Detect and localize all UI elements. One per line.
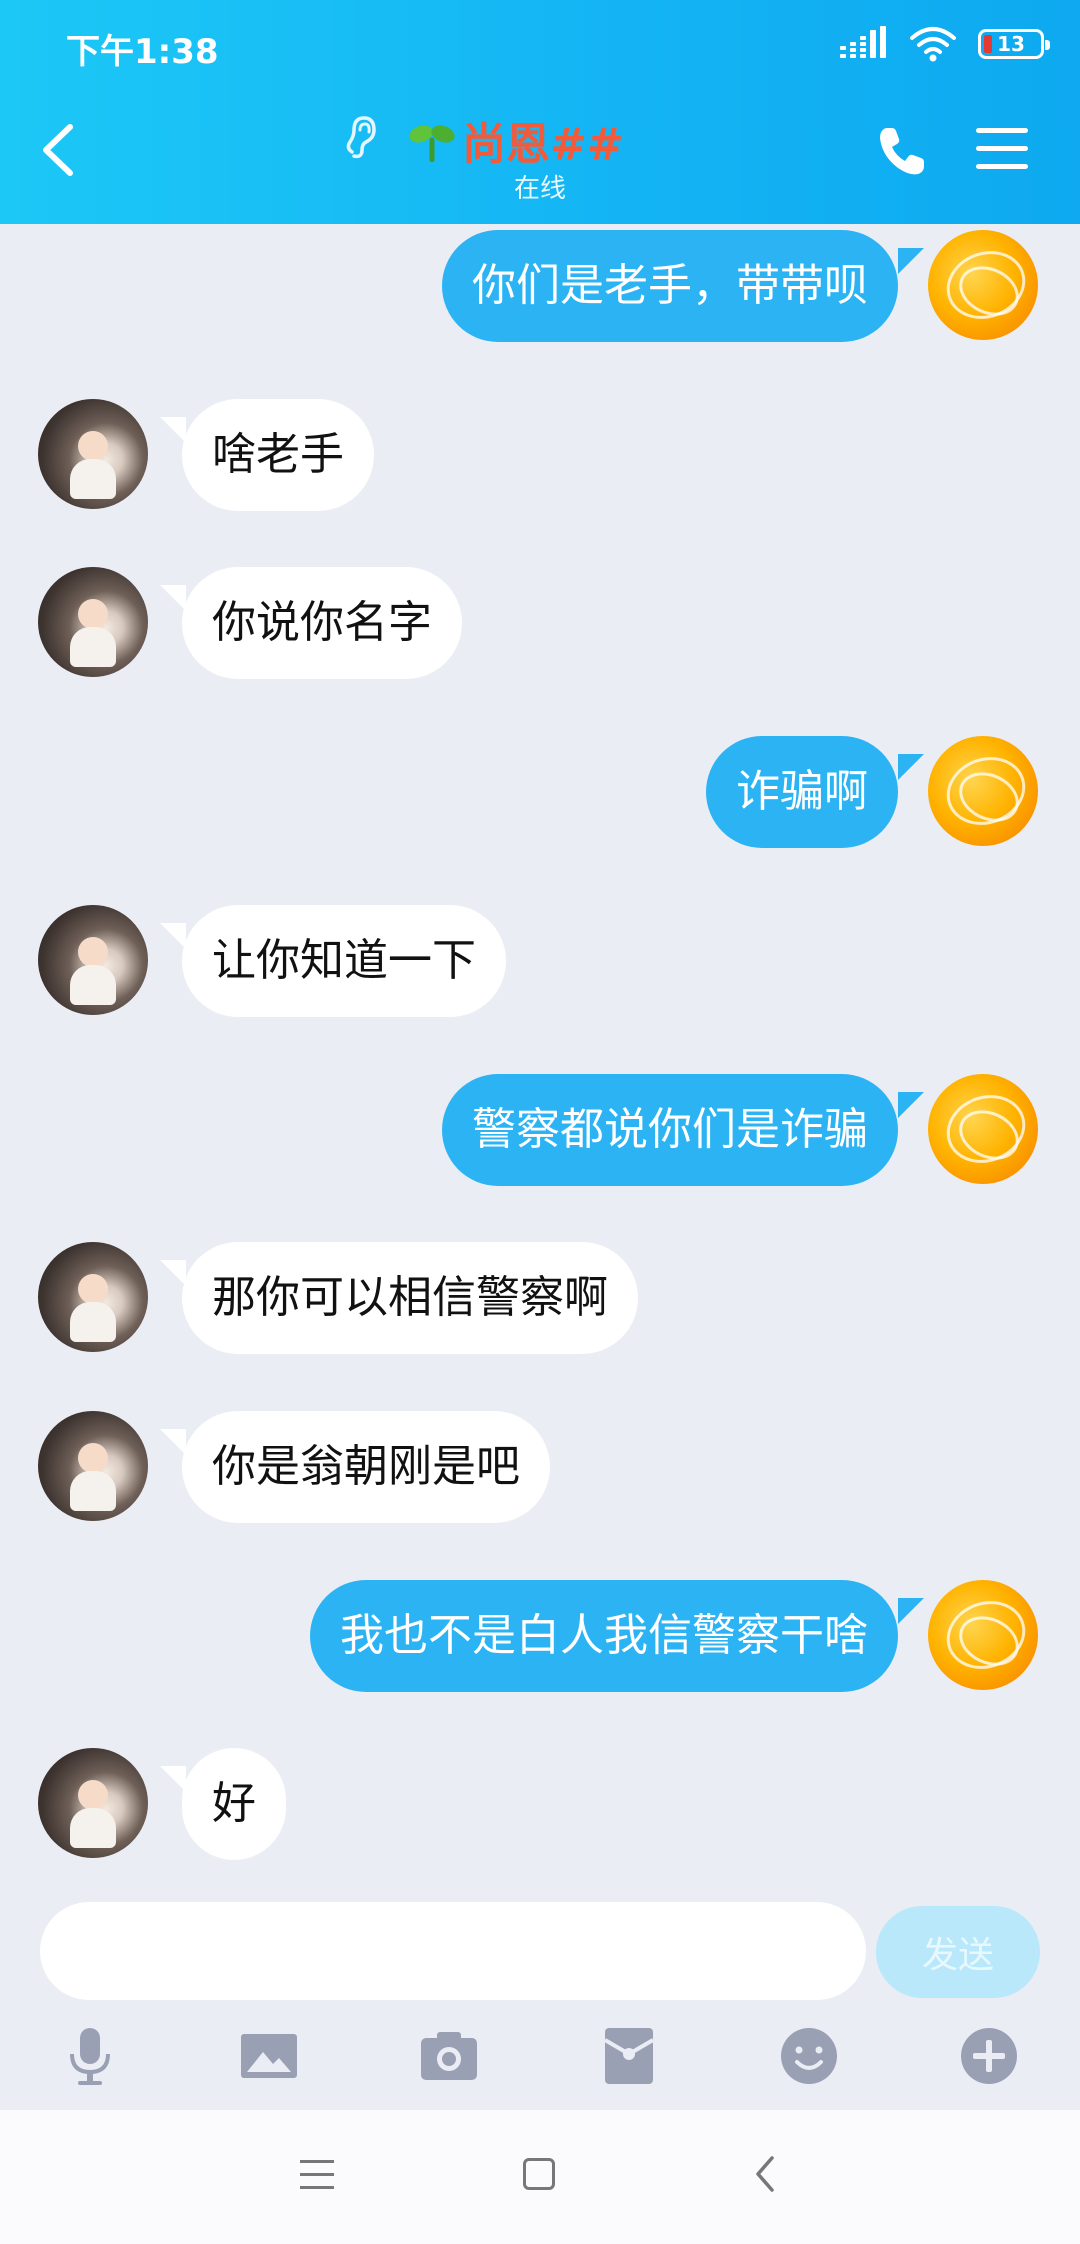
my-avatar[interactable]	[928, 1580, 1038, 1690]
contact-avatar[interactable]	[38, 905, 148, 1015]
send-button[interactable]: 发送	[876, 1906, 1040, 1998]
message-row: 你说你名字	[0, 567, 1080, 679]
menu-icon[interactable]	[976, 128, 1028, 174]
my-avatar[interactable]	[928, 1074, 1038, 1184]
status-time: 下午1:38	[66, 32, 219, 72]
my-avatar[interactable]	[928, 230, 1038, 340]
message-bubble[interactable]: 我也不是白人我信警察干啥	[310, 1580, 898, 1692]
message-row: 啥老手	[0, 399, 1080, 511]
bubble-tail	[898, 754, 924, 780]
nav-home-icon[interactable]	[523, 2158, 555, 2190]
chat-header: 下午1:38 13 尚恩## 在线	[0, 0, 1080, 224]
contact-avatar[interactable]	[38, 399, 148, 509]
message-bubble[interactable]: 让你知道一下	[182, 905, 506, 1017]
bubble-tail	[160, 923, 186, 949]
status-icons: 13	[838, 24, 1050, 64]
bubble-tail	[160, 1766, 186, 1792]
contact-avatar[interactable]	[38, 567, 148, 677]
phone-call-icon[interactable]	[876, 124, 930, 178]
message-bubble[interactable]: 你说你名字	[182, 567, 462, 679]
chat-title[interactable]: 尚恩## 在线	[340, 108, 740, 204]
message-bubble[interactable]: 你是翁朝刚是吧	[182, 1411, 550, 1523]
my-avatar[interactable]	[928, 736, 1038, 846]
wifi-icon	[910, 27, 956, 62]
battery-percent: 13	[997, 32, 1025, 56]
ear-icon	[346, 116, 376, 159]
message-row: 你们是老手，带带呗	[0, 230, 1080, 342]
message-row: 好	[0, 1748, 1080, 1860]
contact-name: 尚恩##	[462, 119, 624, 170]
battery-icon: 13	[978, 29, 1050, 59]
message-row: 那你可以相信警察啊	[0, 1242, 1080, 1354]
message-bubble[interactable]: 啥老手	[182, 399, 374, 511]
message-bubble[interactable]: 你们是老手，带带呗	[442, 230, 898, 342]
mic-icon[interactable]	[58, 2024, 122, 2088]
input-toolbar	[0, 2010, 1080, 2110]
message-row: 你是翁朝刚是吧	[0, 1411, 1080, 1523]
message-row: 让你知道一下	[0, 905, 1080, 1017]
bubble-tail	[898, 1598, 924, 1624]
message-row: 我也不是白人我信警察干啥	[0, 1580, 1080, 1692]
back-button[interactable]	[30, 115, 90, 185]
system-nav-bar	[0, 2110, 1080, 2244]
contact-avatar[interactable]	[38, 1411, 148, 1521]
contact-avatar[interactable]	[38, 1748, 148, 1858]
bubble-tail	[898, 1092, 924, 1118]
bubble-tail	[898, 248, 924, 274]
camera-icon[interactable]	[417, 2024, 481, 2088]
bubble-tail	[160, 1429, 186, 1455]
message-bubble[interactable]: 那你可以相信警察啊	[182, 1242, 638, 1354]
message-bubble[interactable]: 诈骗啊	[706, 736, 898, 848]
bubble-tail	[160, 585, 186, 611]
message-row: 警察都说你们是诈骗	[0, 1074, 1080, 1186]
nav-menu-icon[interactable]	[300, 2160, 334, 2192]
battery-level	[984, 35, 992, 53]
plus-icon[interactable]	[957, 2024, 1021, 2088]
bubble-tail	[160, 417, 186, 443]
nav-back-icon[interactable]	[750, 2154, 780, 2194]
message-bubble[interactable]: 警察都说你们是诈骗	[442, 1074, 898, 1186]
sprout-icon	[409, 125, 455, 162]
signal-icon	[840, 26, 886, 58]
emoji-icon[interactable]	[777, 2024, 841, 2088]
red-packet-icon[interactable]	[597, 2024, 661, 2088]
message-bubble[interactable]: 好	[182, 1748, 286, 1860]
contact-avatar[interactable]	[38, 1242, 148, 1352]
bubble-tail	[160, 1260, 186, 1286]
image-icon[interactable]	[237, 2024, 301, 2088]
message-input[interactable]	[40, 1902, 866, 2000]
message-row: 诈骗啊	[0, 736, 1080, 848]
online-status: 在线	[513, 174, 566, 204]
